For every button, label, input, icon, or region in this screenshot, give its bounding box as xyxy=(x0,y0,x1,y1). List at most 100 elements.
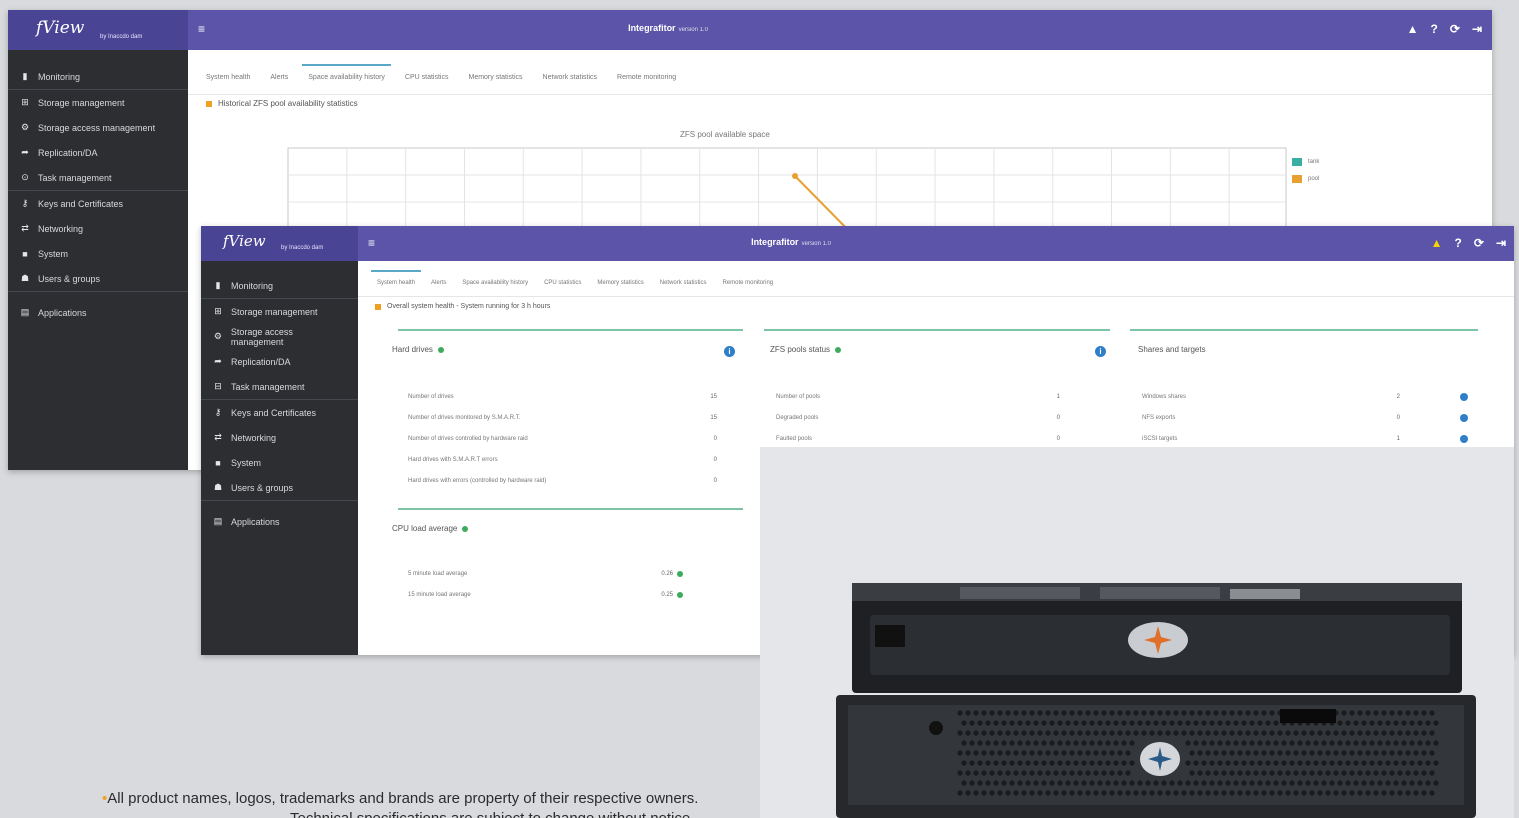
stat-row: Hard drives with errors (controlled by h… xyxy=(408,470,717,491)
sidebar-item-applications[interactable]: ▤ Applications xyxy=(201,509,358,534)
sidebar-item-system[interactable]: ■ System xyxy=(8,241,188,266)
tab-system-health[interactable]: System health xyxy=(370,270,422,294)
data-point xyxy=(792,173,798,179)
sidebar-item-monitoring[interactable]: ▮ Monitoring xyxy=(8,64,188,89)
sidebar-item-label: Networking xyxy=(231,432,277,443)
card-title: Hard drives xyxy=(392,345,433,354)
sidebar-item-storage-access-management[interactable]: ⚙ Storage access management xyxy=(201,324,358,349)
sidebar-item-keys-and-certificates[interactable]: ⚷ Keys and Certificates xyxy=(8,191,188,216)
info-icon[interactable]: i xyxy=(724,346,735,357)
logout-icon[interactable]: ⇥ xyxy=(1472,22,1482,36)
tab-memory-statistics[interactable]: Memory statistics xyxy=(597,280,643,294)
status-ok-icon xyxy=(677,570,683,577)
tab-network-statistics[interactable]: Network statistics xyxy=(543,74,597,89)
chart-title: ZFS pool available space xyxy=(680,130,770,139)
info-icon[interactable] xyxy=(1460,413,1468,422)
server-image xyxy=(836,583,1476,818)
top-icons: ▲ ? ⟳ ⇥ xyxy=(1431,236,1506,250)
section-marker-icon xyxy=(375,303,381,310)
warning-icon[interactable]: ▲ xyxy=(1407,22,1419,36)
sidebar-item-task-management[interactable]: ⊙ Task management xyxy=(8,165,188,190)
help-icon[interactable]: ? xyxy=(1431,22,1438,36)
info-icon[interactable] xyxy=(1460,392,1468,401)
info-icon[interactable] xyxy=(1460,434,1468,443)
sidebar-item-keys-and-certificates[interactable]: ⚷ Keys and Certificates xyxy=(201,400,358,425)
system-icon: ■ xyxy=(215,457,221,468)
refresh-icon[interactable]: ⟳ xyxy=(1474,236,1484,250)
stat-value: 0 xyxy=(713,477,717,484)
sidebar-item-label: Networking xyxy=(38,223,84,234)
card-header: Shares and targets xyxy=(1138,345,1478,354)
stat-row: NFS exports 0 xyxy=(1142,407,1468,428)
sidebar-item-system[interactable]: ■ System xyxy=(201,450,358,475)
stat-value-group: 15 xyxy=(697,415,717,421)
sidebar-item-label: Keys and Certificates xyxy=(38,198,124,209)
sidebar-item-applications[interactable]: ▤ Applications xyxy=(8,300,188,325)
product-photo-panel xyxy=(760,447,1514,818)
stat-value: 0 xyxy=(1056,414,1060,421)
sidebar-item-label: System xyxy=(231,457,262,468)
stat-value: 0 xyxy=(713,435,717,442)
sidebar-item-users-groups[interactable]: ☗ Users & groups xyxy=(201,475,358,500)
stat-label: iSCSI targets xyxy=(1142,435,1178,442)
card-header: ZFS pools status xyxy=(770,345,1110,354)
sidebar-item-storage-management[interactable]: ⊞ Storage management xyxy=(8,90,188,115)
stat-row: Number of pools 1 xyxy=(776,386,1060,407)
legend-item-pool: pool xyxy=(1292,175,1319,183)
stat-value: 0.26 xyxy=(661,570,673,577)
stat-value: 1 xyxy=(1396,435,1400,442)
sidebar-item-label: Task management xyxy=(38,172,112,183)
refresh-icon[interactable]: ⟳ xyxy=(1450,22,1460,36)
sidebar-item-replication-da[interactable]: ➦ Replication/DA xyxy=(201,349,358,374)
hard-drives-card: Hard drives i Number of drives 15 Number o… xyxy=(392,329,743,491)
sidebar-item-networking[interactable]: ⇄ Networking xyxy=(8,216,188,241)
tab-divider xyxy=(188,94,1492,95)
tab-system-health[interactable]: System health xyxy=(206,74,250,89)
tab-remote-monitoring[interactable]: Remote monitoring xyxy=(617,74,676,89)
sidebar-item-networking[interactable]: ⇄ Networking xyxy=(201,425,358,450)
info-icon[interactable]: i xyxy=(1095,346,1106,357)
tab-divider xyxy=(358,296,1514,297)
tab-space-availability-history[interactable]: Space availability history xyxy=(302,64,391,89)
tab-memory-statistics[interactable]: Memory statistics xyxy=(468,74,522,89)
section-title: Historical ZFS pool availability statist… xyxy=(206,99,358,108)
logo-subtitle: by Inaccdo dam xyxy=(281,245,324,251)
app-logo: fView xyxy=(223,232,266,250)
sidebar-item-replication-da[interactable]: ➦ Replication/DA xyxy=(8,140,188,165)
stat-row: Number of drives monitored by S.M.A.R.T.… xyxy=(408,407,717,428)
legend-swatch-tank xyxy=(1292,158,1302,166)
sidebar-item-label: Storage access management xyxy=(38,122,156,133)
sidebar-item-task-management[interactable]: ⊟ Task management xyxy=(201,374,358,399)
stat-value: 0 xyxy=(1056,435,1060,442)
app-logo: fView xyxy=(36,18,85,38)
tab-alerts[interactable]: Alerts xyxy=(270,74,288,89)
help-icon[interactable]: ? xyxy=(1455,236,1462,250)
sidebar-item-users-groups[interactable]: ☗ Users & groups xyxy=(8,266,188,291)
sidebar-item-label: Storage access management xyxy=(230,326,293,347)
card-header: CPU load average xyxy=(392,524,743,533)
sidebar-item-monitoring[interactable]: ▮ Monitoring xyxy=(201,273,358,298)
access-icon: ⚙ xyxy=(20,122,30,132)
sidebar-item-label: Replication/DA xyxy=(38,147,98,158)
tab-cpu-statistics[interactable]: CPU statistics xyxy=(405,74,449,89)
sidebar-item-label: Users & groups xyxy=(231,482,294,493)
file-icon: ▮ xyxy=(215,280,221,290)
tab-space-availability-history[interactable]: Space availability history xyxy=(462,280,528,294)
file-icon: ▮ xyxy=(22,71,28,81)
tab-network-statistics[interactable]: Network statistics xyxy=(660,280,707,294)
tab-cpu-statistics[interactable]: CPU statistics xyxy=(544,280,581,294)
hamburger-icon[interactable]: ≡ xyxy=(198,22,205,36)
tab-remote-monitoring[interactable]: Remote monitoring xyxy=(722,280,773,294)
logout-icon[interactable]: ⇥ xyxy=(1496,236,1506,250)
stat-row: Hard drives with S.M.A.R.T errors 0 xyxy=(408,449,717,470)
warning-icon[interactable]: ▲ xyxy=(1431,236,1443,250)
task-icon: ⊙ xyxy=(21,172,29,182)
hamburger-icon[interactable]: ≡ xyxy=(368,236,375,250)
stat-label: Faulted pools xyxy=(776,435,813,442)
sidebar-item-storage-management[interactable]: ⊞ Storage management xyxy=(201,299,358,324)
network-icon: ⇄ xyxy=(21,223,29,233)
sidebar-item-storage-access-management[interactable]: ⚙ Storage access management xyxy=(8,115,188,140)
tab-alerts[interactable]: Alerts xyxy=(431,280,446,294)
section-title: Overall system health - System running f… xyxy=(375,303,550,310)
stat-value-group: 15 xyxy=(697,394,717,400)
